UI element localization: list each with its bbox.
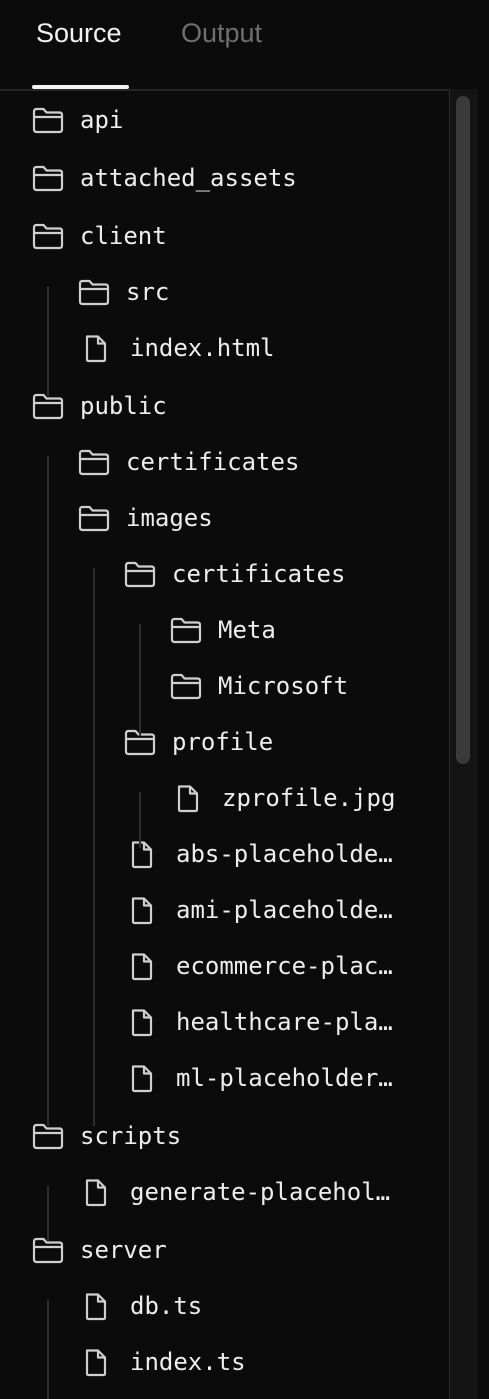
tree-item-label: generate-placehol… — [130, 1178, 391, 1206]
tree-item-label: server — [80, 1236, 167, 1264]
panel-edge — [478, 0, 489, 1399]
tree-item-label: index.html — [130, 334, 275, 362]
file-icon — [83, 1347, 117, 1377]
tree-item-label: ecommerce-plac… — [176, 952, 393, 980]
tree-folder-row[interactable]: attached_assets — [0, 156, 449, 200]
tree-folder-row[interactable]: Meta — [0, 608, 449, 652]
tree-file-row[interactable]: healthcare-pla… — [0, 1000, 449, 1044]
file-tree: api attached_assetsclient src index.html pub… — [0, 89, 449, 1399]
tree-folder-row[interactable]: profile — [0, 720, 449, 764]
indent-guide — [139, 792, 141, 848]
tree-item-label: abs-placeholde… — [176, 840, 393, 868]
tree-item-label: src — [126, 278, 170, 306]
file-icon — [129, 1007, 163, 1037]
file-icon — [129, 895, 163, 925]
folder-icon — [31, 105, 65, 135]
tree-folder-row[interactable]: certificates — [0, 552, 449, 596]
tree-file-row[interactable]: ml-placeholder… — [0, 1056, 449, 1100]
tree-file-row[interactable]: zprofile.jpg — [0, 776, 449, 820]
indent-guide — [93, 568, 95, 1126]
scrollbar-thumb[interactable] — [456, 96, 470, 764]
folder-icon — [77, 447, 111, 477]
tree-item-label: profile — [172, 728, 274, 756]
tree-folder-row[interactable]: client — [0, 214, 449, 258]
tree-item-label: ml-placeholder… — [176, 1064, 393, 1092]
tree-folder-row[interactable]: public — [0, 384, 449, 428]
folder-icon — [169, 615, 203, 645]
tree-item-label: zprofile.jpg — [222, 784, 396, 812]
file-icon — [129, 1063, 163, 1093]
indent-guide — [47, 456, 49, 1126]
indent-guide — [47, 1300, 49, 1399]
tree-item-label: client — [80, 222, 167, 250]
folder-icon — [31, 163, 65, 193]
scrollbar-track[interactable] — [449, 89, 479, 1399]
file-icon — [129, 839, 163, 869]
folder-icon — [169, 671, 203, 701]
tab-source[interactable]: Source — [36, 16, 122, 50]
file-icon — [83, 333, 117, 363]
tree-file-row[interactable]: ami-placeholde… — [0, 888, 449, 932]
tree-folder-row[interactable]: images — [0, 496, 449, 540]
file-icon — [83, 1177, 117, 1207]
tree-item-label: db.ts — [130, 1292, 203, 1320]
tree-file-row[interactable]: generate-placehol… — [0, 1170, 449, 1214]
tree-item-label: scripts — [80, 1122, 182, 1150]
file-icon — [129, 951, 163, 981]
tree-folder-row[interactable]: certificates — [0, 440, 449, 484]
tree-folder-row[interactable]: Microsoft — [0, 664, 449, 708]
tree-item-label: Microsoft — [218, 672, 349, 700]
folder-icon — [123, 559, 157, 589]
tree-folder-row[interactable]: scripts — [0, 1114, 449, 1158]
indent-guide — [47, 1186, 49, 1241]
tree-item-label: certificates — [126, 448, 300, 476]
tree-item-label: Meta — [218, 616, 276, 644]
tree-item-label: healthcare-pla… — [176, 1008, 393, 1036]
tree-file-row[interactable]: index.ts — [0, 1340, 449, 1384]
tree-item-label: certificates — [172, 560, 346, 588]
tree-folder-row[interactable]: server — [0, 1228, 449, 1272]
tree-item-label: public — [80, 392, 167, 420]
tree-file-row[interactable]: abs-placeholde… — [0, 832, 449, 876]
tree-folder-row[interactable]: src — [0, 270, 449, 314]
tab-bar: Source Output — [0, 0, 474, 91]
tree-folder-row[interactable]: api — [0, 98, 449, 142]
folder-icon — [77, 503, 111, 533]
tree-item-label: images — [126, 504, 213, 532]
tree-item-label: api — [80, 106, 124, 134]
folder-icon — [31, 221, 65, 251]
indent-guide — [47, 286, 49, 396]
folder-icon — [77, 277, 111, 307]
tree-item-label: index.ts — [130, 1348, 246, 1376]
tree-file-row[interactable]: index.html — [0, 326, 449, 370]
tree-file-row[interactable]: ecommerce-plac… — [0, 944, 449, 988]
file-icon — [175, 783, 209, 813]
indent-guide — [139, 624, 141, 736]
file-icon — [83, 1291, 117, 1321]
tree-file-row[interactable]: db.ts — [0, 1284, 449, 1328]
tree-item-label: ami-placeholde… — [176, 896, 393, 924]
tab-output[interactable]: Output — [181, 16, 262, 50]
tree-item-label: attached_assets — [80, 164, 297, 192]
